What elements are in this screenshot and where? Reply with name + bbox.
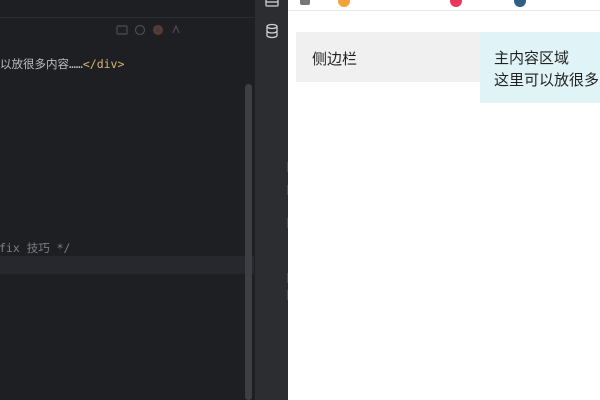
inspection-widget[interactable] <box>116 22 182 38</box>
browser-preview: 侧边栏 主内容区域 这里可以放很多内容 <box>288 0 600 400</box>
editor-tab-bar <box>0 0 254 18</box>
apps-icon[interactable] <box>300 0 310 5</box>
code-line-content[interactable]: 以放很多内容……</div> <box>0 55 124 73</box>
code-comment-line[interactable]: fix 技巧 */ <box>0 239 70 257</box>
bookmarks-bar <box>288 0 600 11</box>
main-title: 主内容区域 <box>494 50 570 67</box>
warning-icon[interactable] <box>116 24 128 36</box>
code-close-tag: </div> <box>82 57 125 71</box>
vertical-scrollbar[interactable] <box>245 84 252 400</box>
right-tool-strip <box>254 0 289 400</box>
bookmark-icon[interactable] <box>338 0 350 7</box>
error-icon[interactable] <box>134 24 146 36</box>
main-content-panel: 主内容区域 这里可以放很多内容 <box>480 32 600 103</box>
bookmark-icon[interactable] <box>514 0 526 7</box>
comment-text: fix 技巧 */ <box>0 241 71 255</box>
sidebar-label: 侧边栏 <box>312 51 358 68</box>
ai-icon[interactable] <box>170 24 182 36</box>
code-text: 以放很多内容…… <box>0 57 83 71</box>
chrome-icon[interactable] <box>152 24 164 36</box>
main-text: 这里可以放很多内容 <box>494 72 600 89</box>
notifications-icon[interactable] <box>263 0 281 10</box>
bookmark-icon[interactable] <box>450 0 462 7</box>
current-line-highlight <box>0 256 254 274</box>
database-icon[interactable] <box>263 22 281 40</box>
sidebar-panel: 侧边栏 <box>296 32 480 82</box>
code-editor[interactable]: 以放很多内容……</div> fix 技巧 */ <box>0 0 254 400</box>
